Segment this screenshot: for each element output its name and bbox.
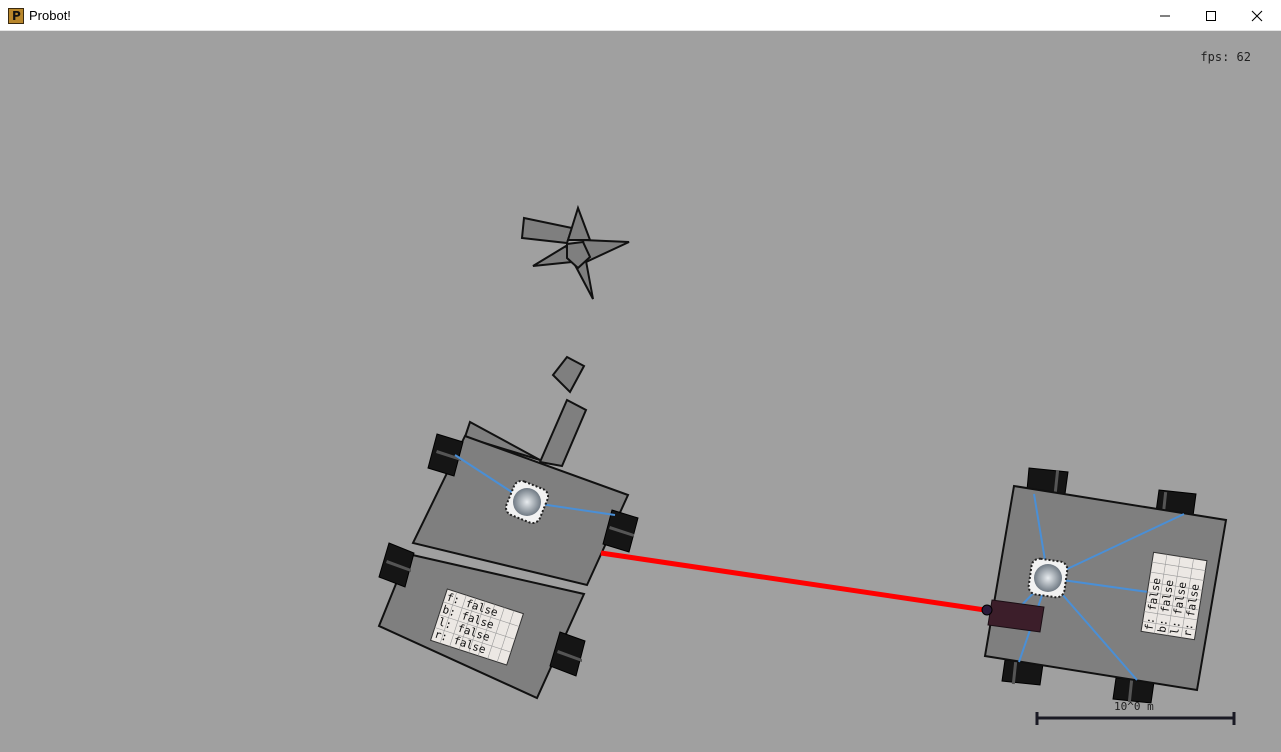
scale-bar-label: 10^0 m [1114,700,1154,713]
robot-right[interactable]: f: false b: false l: false r: false [981,467,1228,704]
fps-counter: fps: 62 [1200,50,1251,64]
controller-chip [1027,557,1069,599]
scale-bar [1035,712,1236,725]
debris-boxes [538,355,588,468]
laser-beam [600,550,986,613]
simulation-canvas[interactable]: f: false b: false l: false r: false f: f… [0,0,1281,752]
sensor-key-r: r: [1181,622,1196,637]
star-obstacle [520,204,630,300]
robot-left-upper-body[interactable] [411,420,639,587]
